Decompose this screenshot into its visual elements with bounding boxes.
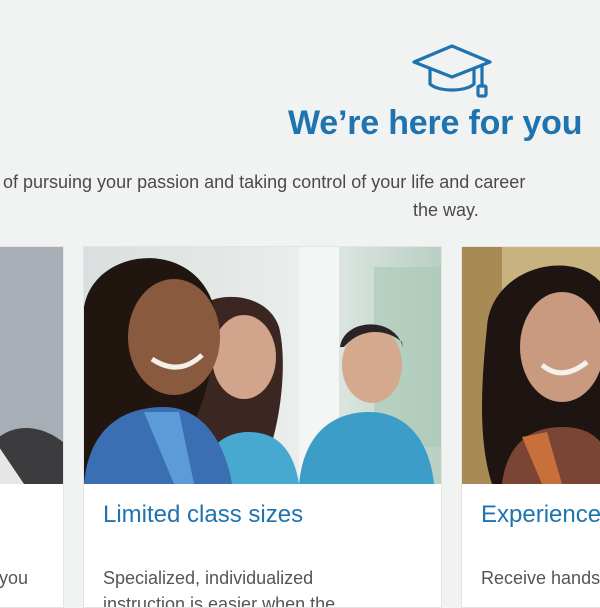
card-title: Limited class sizes [103,501,304,528]
section-subtitle: of pursuing your passion and taking cont… [0,168,600,228]
card-photo [84,247,441,484]
subtitle-line-1: of pursuing your passion and taking cont… [3,172,526,192]
graduation-cap-icon [412,44,492,98]
card-text: you [0,568,29,588]
card-title: Experienced [481,501,600,528]
feature-card: you [0,246,64,608]
feature-card: Experienced Receive hands-on [461,246,600,608]
card-photo [462,247,600,484]
card-photo [0,247,63,484]
section-heading: We’re here for you [288,104,583,142]
card-text: Receive hands-on [481,568,600,588]
card-text: Specialized, individualized [103,568,314,588]
feature-card: Limited class sizes Specialized, individ… [83,246,442,608]
subtitle-line-2: the way. [413,200,479,220]
